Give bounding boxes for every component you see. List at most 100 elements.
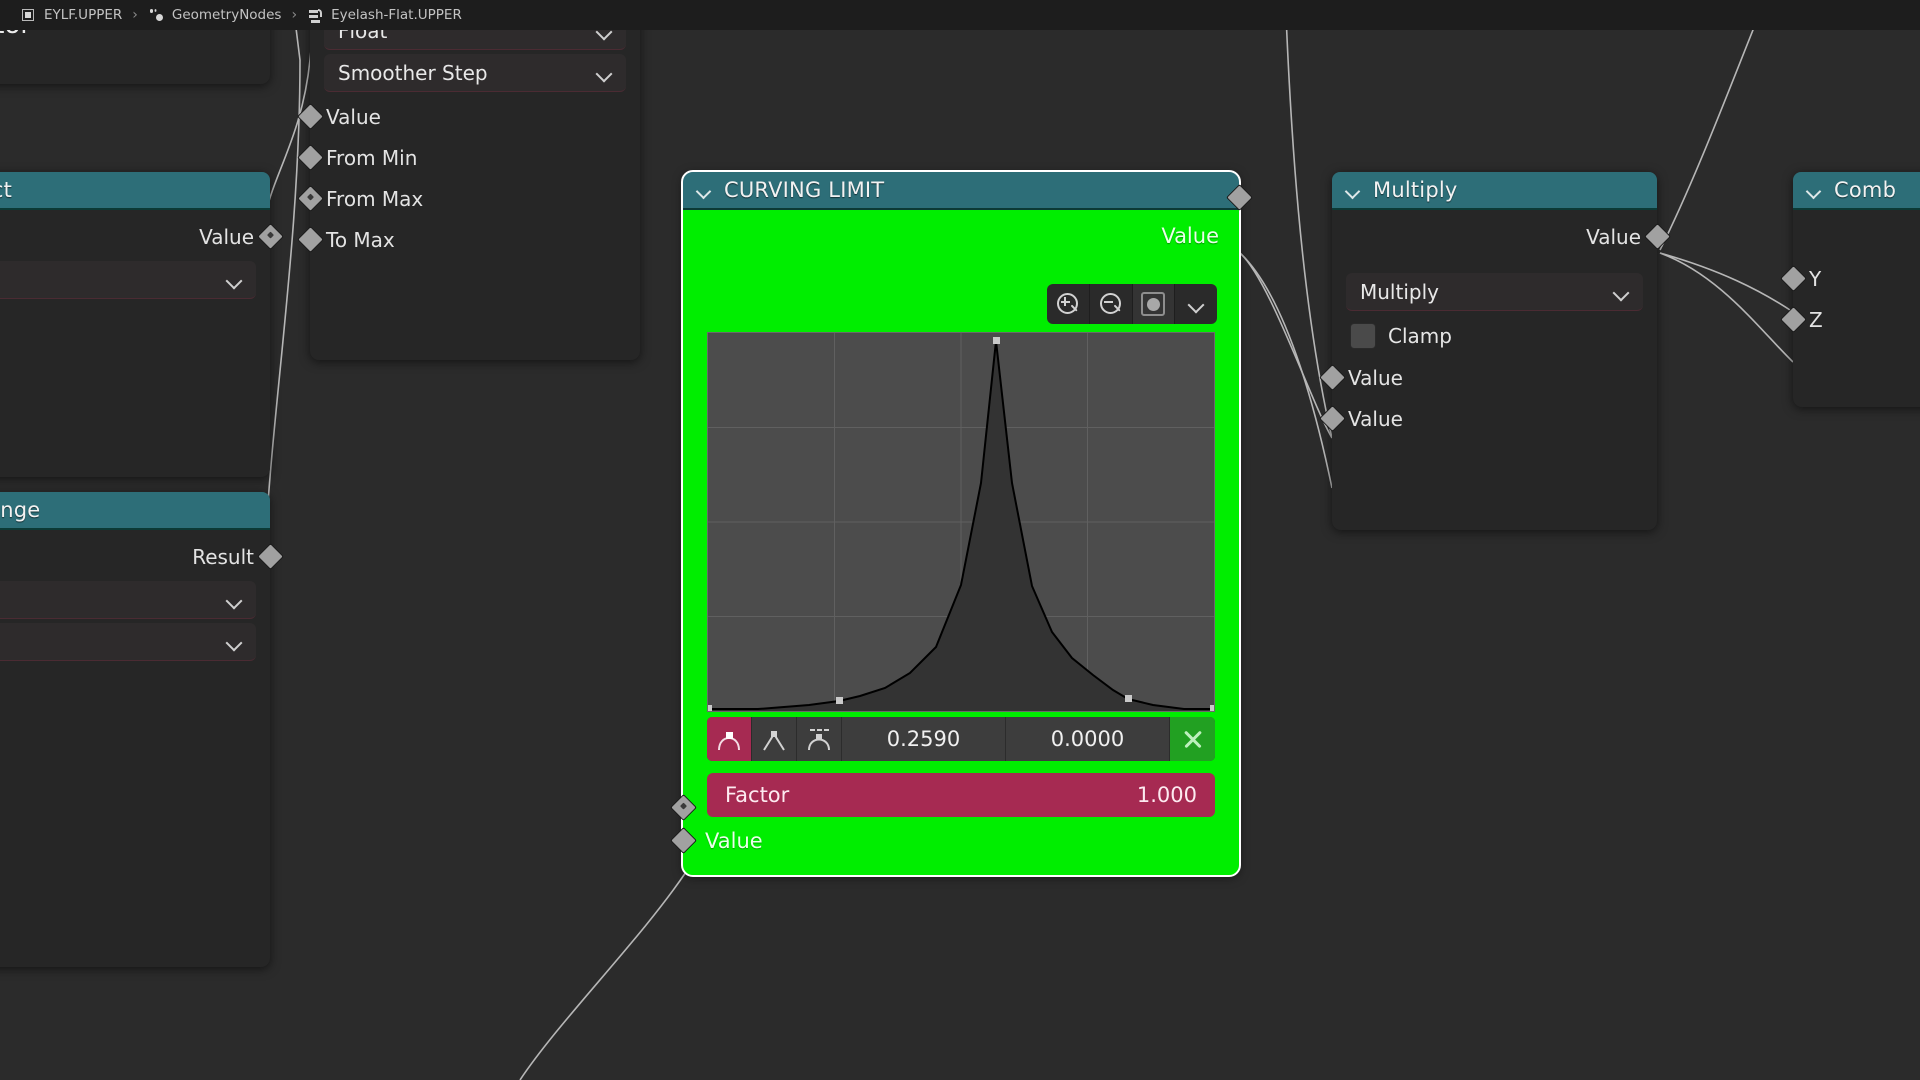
socket-input-value[interactable] [670, 827, 697, 854]
factor-value: 1.000 [1137, 783, 1197, 807]
socket-output-result[interactable] [257, 543, 284, 570]
node-float-map-range[interactable]: Float Smoother Step Value From Min From … [310, 0, 640, 360]
breadcrumb-item-geometry-nodes[interactable]: GeometryNodes [142, 7, 288, 23]
curve-point-x-field[interactable]: 0.2590 [842, 717, 1006, 761]
curve-point-y-field[interactable]: 0.0000 [1006, 717, 1170, 761]
socket-input-value-2[interactable] [1319, 405, 1346, 432]
input-row-value-2[interactable]: Value [1332, 398, 1657, 439]
chevron-down-icon [226, 592, 242, 608]
output-row-value[interactable]: Value [1332, 216, 1657, 257]
factor-label: Factor [725, 783, 789, 807]
socket-input-value-1[interactable] [1319, 364, 1346, 391]
output-row-value[interactable]: Value [0, 216, 270, 257]
vector-handle-icon [761, 726, 787, 752]
socket-input-from-max[interactable] [297, 185, 324, 212]
checkbox-label-clamp: Clamp [1388, 324, 1452, 348]
input-row-value-1[interactable]: Value [1332, 357, 1657, 398]
output-label-value: Value [199, 225, 254, 249]
dropdown-interpolation-value: Smoother Step [338, 61, 488, 85]
node-editor-canvas[interactable]: EYLF.UPPER › GeometryNodes › Eyelash-Fla… [0, 0, 1920, 1080]
socket-input-value[interactable] [297, 103, 324, 130]
output-label-value: Value [1586, 225, 1641, 249]
input-row-y[interactable]: Y [1793, 258, 1920, 299]
chevron-down-icon [1613, 284, 1629, 300]
checkbox-row-clamp[interactable]: Clamp [0, 665, 270, 707]
node-multiply-title: Multiply [1373, 178, 1458, 202]
input-label-value-2: Value [1348, 407, 1403, 431]
breadcrumb-separator-2: › [287, 7, 301, 23]
chevron-down-icon[interactable] [1807, 183, 1822, 198]
input-row-to-max[interactable]: To Max [310, 219, 640, 260]
object-icon [20, 7, 36, 23]
node-curving-limit-header[interactable]: CURVING LIMIT [683, 172, 1239, 210]
input-row-from-min[interactable]: From Min [310, 137, 640, 178]
node-map-range[interactable]: Map Range Result loat inear Clamp lue [0, 492, 270, 967]
input-row-value[interactable]: Value [683, 817, 1239, 865]
chevron-down-icon [226, 634, 242, 650]
socket-input-from-min[interactable] [297, 144, 324, 171]
node-multiply-header[interactable]: Multiply [1332, 172, 1657, 210]
dropdown-data-type[interactable]: loat [0, 581, 256, 619]
node-map-range-title: Map Range [0, 498, 40, 522]
node-subtract-header[interactable]: Subtract [0, 172, 270, 210]
output-row-value[interactable]: Value [683, 210, 1239, 262]
auto-clamped-handle-button[interactable] [707, 717, 752, 761]
node-combine-xyz[interactable]: Comb Y Z [1793, 172, 1920, 407]
node-curving-limit[interactable]: CURVING LIMIT Value [683, 172, 1239, 875]
zoom-in-icon[interactable] [1047, 284, 1090, 324]
input-row-value[interactable]: lue [0, 707, 270, 748]
node-combine-title: Comb [1834, 178, 1896, 202]
dropdown-operation[interactable]: Multiply [1346, 273, 1643, 311]
modifier-icon [307, 7, 323, 23]
socket-output-value[interactable] [257, 223, 284, 250]
dropdown-interpolation[interactable]: inear [0, 623, 256, 661]
dropdown-operation[interactable]: ubtract [0, 261, 256, 299]
factor-slider[interactable]: Factor 1.000 [707, 773, 1215, 817]
delete-point-button[interactable] [1170, 717, 1215, 761]
geometry-nodes-icon [148, 7, 164, 23]
input-label-from-max: From Max [326, 187, 423, 211]
checkbox-row-clamp[interactable]: Clamp [0, 303, 270, 345]
node-combine-header[interactable]: Comb [1793, 172, 1920, 210]
breadcrumb-label-geometry-nodes: GeometryNodes [172, 7, 282, 23]
checkbox-row-clamp[interactable]: Clamp [1332, 315, 1657, 357]
curve-plot [708, 333, 1214, 711]
input-label-from-min: From Min [326, 146, 417, 170]
chevron-down-icon [226, 272, 242, 288]
output-row-result[interactable]: Result [0, 536, 270, 577]
input-row-min[interactable]: Min [0, 748, 270, 789]
float-curve-graph[interactable] [707, 332, 1215, 712]
chevron-down-icon[interactable] [1175, 284, 1217, 324]
breadcrumb-item-object[interactable]: EYLF.UPPER [14, 7, 128, 23]
socket-output-value[interactable] [1644, 223, 1671, 250]
socket-input-to-max[interactable] [297, 226, 324, 253]
socket-input-y[interactable] [1780, 265, 1807, 292]
input-row-max[interactable]: Max [0, 789, 270, 830]
node-subtract[interactable]: Subtract Value ubtract Clamp lue [0, 172, 270, 477]
node-multiply[interactable]: Multiply Value Multiply Clamp Value Valu… [1332, 172, 1657, 530]
input-label-to-max: To Max [326, 228, 395, 252]
breadcrumb-label-modifier: Eyelash-Flat.UPPER [331, 7, 462, 23]
chevron-down-icon[interactable] [697, 183, 712, 198]
auto-handle-icon [806, 726, 832, 752]
checkbox-clamp[interactable] [1350, 323, 1376, 349]
input-row-z[interactable]: Z [1793, 299, 1920, 340]
node-curving-limit-title: CURVING LIMIT [724, 178, 884, 202]
clipping-icon[interactable] [1133, 284, 1176, 324]
input-row-from-max[interactable]: From Max [310, 178, 640, 219]
breadcrumb-label-object: EYLF.UPPER [44, 7, 122, 23]
curve-point-row[interactable]: 0.2590 0.0000 [707, 717, 1215, 761]
vector-handle-button[interactable] [752, 717, 797, 761]
dropdown-interpolation[interactable]: Smoother Step [324, 54, 626, 92]
input-row-value[interactable]: Value [310, 96, 640, 137]
curve-toolbar[interactable] [1047, 284, 1217, 324]
input-row-value[interactable]: lue [0, 345, 270, 386]
auto-handle-button[interactable] [797, 717, 842, 761]
socket-input-z[interactable] [1780, 306, 1807, 333]
chevron-down-icon[interactable] [1346, 183, 1361, 198]
input-label-value: Value [705, 829, 763, 853]
input-label-z: Z [1809, 308, 1823, 332]
node-map-range-header[interactable]: Map Range [0, 492, 270, 530]
zoom-out-icon[interactable] [1090, 284, 1133, 324]
breadcrumb-item-modifier[interactable]: Eyelash-Flat.UPPER [301, 7, 468, 23]
